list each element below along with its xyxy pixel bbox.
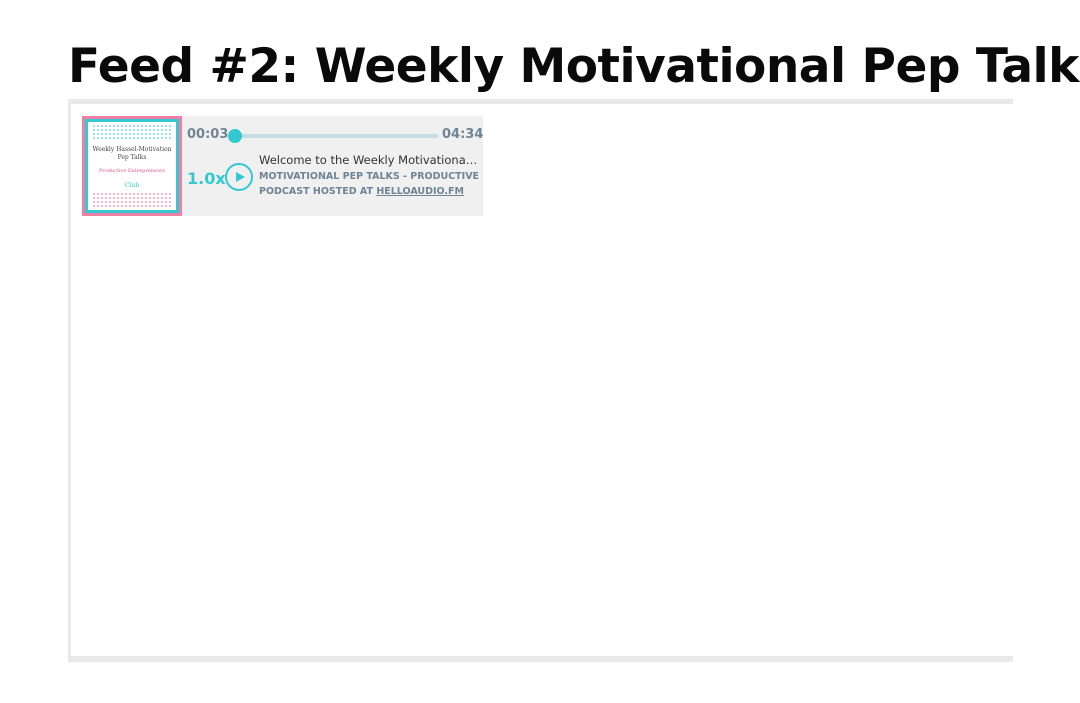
playback-speed-button[interactable]: 1.0x <box>187 169 226 188</box>
progress-knob[interactable] <box>228 129 243 143</box>
cover-brand: Club <box>124 182 140 189</box>
cover-dots-pattern <box>92 124 172 140</box>
time-total: 04:34 <box>442 127 484 142</box>
page-title: Feed #2: Weekly Motivational Pep Talks <box>68 39 1080 94</box>
play-icon <box>236 172 245 182</box>
progress-bar[interactable] <box>228 129 438 143</box>
play-button[interactable] <box>225 163 253 191</box>
hosted-credit-prefix: PODCAST HOSTED AT <box>259 186 377 197</box>
show-name: MOTIVATIONAL PEP TALKS - PRODUCTIVE ENTR… <box>259 171 480 182</box>
time-elapsed: 00:03 <box>187 127 229 142</box>
hosted-credit: PODCAST HOSTED AT HELLOAUDIO.FM <box>259 186 464 197</box>
hosted-link[interactable]: HELLOAUDIO.FM <box>376 186 464 197</box>
audio-player: Weekly Hassel-Motivation Pep Talks Produ… <box>82 116 483 216</box>
podcast-cover-image: Weekly Hassel-Motivation Pep Talks Produ… <box>82 116 182 216</box>
cover-title: Weekly Hassel-Motivation Pep Talks <box>92 146 172 161</box>
cover-inner-border: Weekly Hassel-Motivation Pep Talks Produ… <box>85 119 179 213</box>
cover-dots-pattern <box>92 192 172 208</box>
cover-subtitle: Productive Entrepreneurs <box>98 168 166 174</box>
episode-title: Welcome to the Weekly Motivational Pep T… <box>259 153 480 167</box>
cover-card: Weekly Hassel-Motivation Pep Talks Produ… <box>88 122 176 210</box>
